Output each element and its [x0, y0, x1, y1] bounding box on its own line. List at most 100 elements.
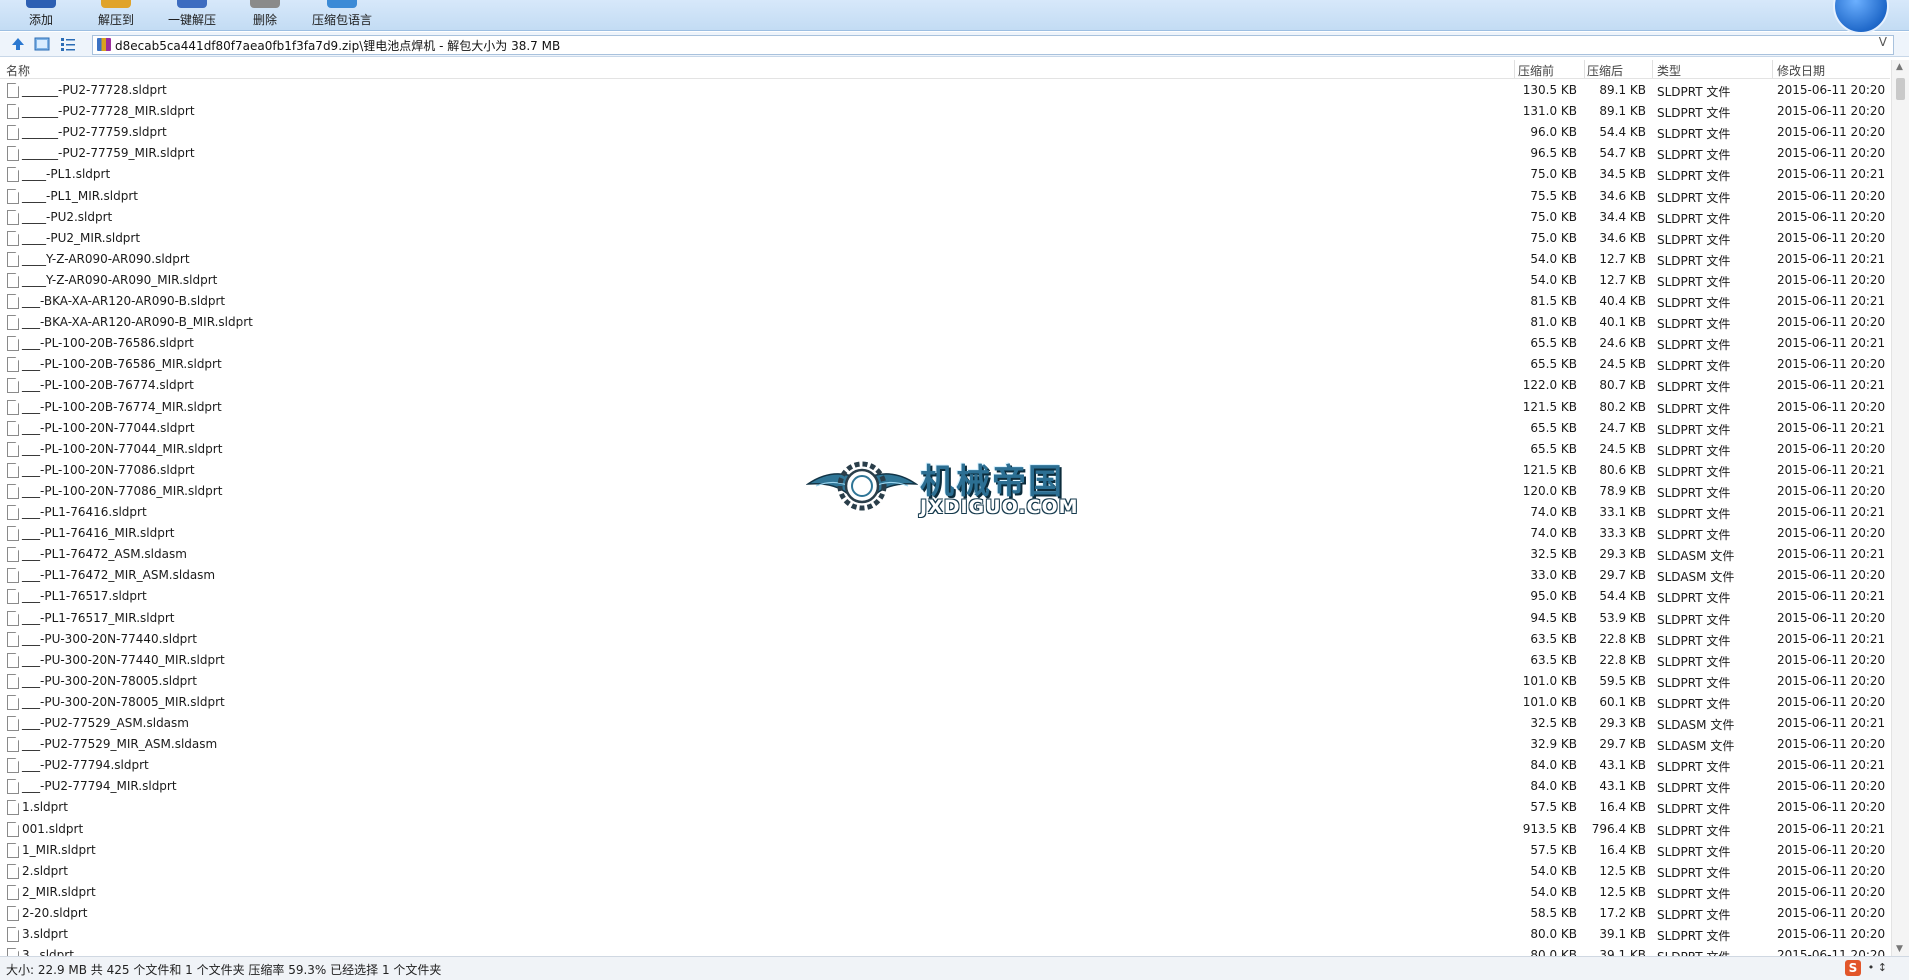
- file-packed-size: 121.5 KB: [1522, 463, 1577, 477]
- vertical-scrollbar[interactable]: ▲ ▼: [1891, 60, 1909, 956]
- file-row[interactable]: ___-PL-100-20B-76774.sldprt 122.0 KB 80.7 …: [0, 375, 1890, 396]
- file-row[interactable]: ___-PU2-77529_MIR_ASM.sldasm 32.9 KB 29.7 …: [0, 734, 1890, 755]
- file-row[interactable]: ____Y-Z-AR090-AR090.sldprt 54.0 KB 12.7 KB…: [0, 249, 1890, 270]
- file-icon: [7, 611, 19, 626]
- column-unpacked[interactable]: 压缩后: [1587, 62, 1623, 79]
- file-row[interactable]: 2_MIR.sldprt 54.0 KB 12.5 KB SLDPRT 文件 2015-…: [0, 882, 1890, 903]
- add-button[interactable]: 添加: [20, 0, 62, 30]
- file-name: ___-PL-100-20B-76586.sldprt: [22, 336, 194, 350]
- file-unpacked-size: 12.7 KB: [1599, 252, 1646, 266]
- column-divider[interactable]: [1772, 60, 1773, 78]
- file-row[interactable]: ___-PU-300-20N-78005_MIR.sldprt 101.0 KB 6…: [0, 692, 1890, 713]
- file-icon: [7, 948, 19, 956]
- file-packed-size: 65.5 KB: [1530, 357, 1577, 371]
- file-type: SLDPRT 文件: [1657, 824, 1731, 838]
- file-packed-size: 81.5 KB: [1530, 294, 1577, 308]
- file-icon: [7, 505, 19, 520]
- brand-shield-icon[interactable]: [1833, 0, 1889, 34]
- file-row[interactable]: 1.sldprt 57.5 KB 16.4 KB SLDPRT 文件 2015-06-1…: [0, 797, 1890, 818]
- file-name: ___-PL-100-20N-77044_MIR.sldprt: [22, 442, 223, 456]
- file-row[interactable]: ___-PU-300-20N-78005.sldprt 101.0 KB 59.5 …: [0, 671, 1890, 692]
- file-modified: 2015-06-11 20:20: [1777, 843, 1886, 857]
- file-modified: 2015-06-11 20:21: [1777, 716, 1886, 730]
- file-row[interactable]: ____-PU2.sldprt 75.0 KB 34.4 KB SLDPRT 文件 20…: [0, 207, 1890, 228]
- file-row[interactable]: ___-PL-100-20B-76586.sldprt 65.5 KB 24.6 K…: [0, 333, 1890, 354]
- file-row[interactable]: ___-PL1-76472_MIR_ASM.sldasm 33.0 KB 29.7 …: [0, 565, 1890, 586]
- file-row[interactable]: ____-PL1_MIR.sldprt 75.5 KB 34.6 KB SLDPRT …: [0, 186, 1890, 207]
- file-icon: [7, 167, 19, 182]
- up-folder-icon[interactable]: [10, 36, 26, 52]
- file-modified: 2015-06-11 20:20: [1777, 885, 1886, 899]
- path-field[interactable]: d8ecab5ca441df80f7aea0fb1f3fa7d9.zip\锂电池…: [92, 35, 1894, 55]
- file-name: 2_MIR.sldprt: [22, 885, 96, 899]
- file-row[interactable]: 1_MIR.sldprt 57.5 KB 16.4 KB SLDPRT 文件 2015-…: [0, 840, 1890, 861]
- file-row[interactable]: ___-PL-100-20B-76774_MIR.sldprt 121.5 KB 8…: [0, 397, 1890, 418]
- file-name: ____Y-Z-AR090-AR090.sldprt: [22, 252, 190, 266]
- column-divider[interactable]: [1652, 60, 1653, 78]
- one-click-extract-button[interactable]: 一键解压: [164, 0, 220, 30]
- file-type: SLDPRT 文件: [1657, 760, 1731, 774]
- file-type: SLDPRT 文件: [1657, 233, 1731, 247]
- file-row[interactable]: ___-PL1-76517.sldprt 95.0 KB 54.4 KB SLDPRT…: [0, 586, 1890, 607]
- file-name: ___-PL-100-20B-76586_MIR.sldprt: [22, 357, 222, 371]
- column-modified[interactable]: 修改日期: [1777, 62, 1825, 79]
- file-row[interactable]: ___-PU2-77794.sldprt 84.0 KB 43.1 KB SLDPRT…: [0, 755, 1890, 776]
- file-unpacked-size: 22.8 KB: [1599, 632, 1646, 646]
- file-name: ___-PL1-76517.sldprt: [22, 589, 147, 603]
- column-packed[interactable]: 压缩前: [1518, 62, 1554, 79]
- thumbnail-view-icon[interactable]: [34, 36, 50, 52]
- file-row[interactable]: ___-PU-300-20N-77440.sldprt 63.5 KB 22.8 K…: [0, 629, 1890, 650]
- file-row[interactable]: ____-PL1.sldprt 75.0 KB 34.5 KB SLDPRT 文件 20…: [0, 164, 1890, 185]
- file-unpacked-size: 54.4 KB: [1599, 125, 1646, 139]
- file-row[interactable]: ___-PU-300-20N-77440_MIR.sldprt 63.5 KB 22…: [0, 650, 1890, 671]
- extract-to-button[interactable]: 解压到: [94, 0, 138, 30]
- scroll-down-icon[interactable]: ▼: [1896, 944, 1903, 954]
- file-row[interactable]: ___-PU2-77529_ASM.sldasm 32.5 KB 29.3 KB SL…: [0, 713, 1890, 734]
- file-row[interactable]: ______-PU2-77759_MIR.sldprt 96.5 KB 54.7 K…: [0, 143, 1890, 164]
- file-row[interactable]: ___-PL-100-20N-77044.sldprt 65.5 KB 24.7 K…: [0, 418, 1890, 439]
- file-modified: 2015-06-11 20:21: [1777, 547, 1886, 561]
- file-packed-size: 101.0 KB: [1522, 674, 1577, 688]
- tray-menu-icon[interactable]: • ↕: [1868, 961, 1887, 974]
- file-row[interactable]: ____Y-Z-AR090-AR090_MIR.sldprt 54.0 KB 12.…: [0, 270, 1890, 291]
- file-row[interactable]: ___-PL1-76472_ASM.sldasm 32.5 KB 29.3 KB SL…: [0, 544, 1890, 565]
- scroll-thumb[interactable]: [1896, 78, 1905, 100]
- path-dropdown-icon[interactable]: V: [1879, 35, 1887, 49]
- file-row[interactable]: ___-PL1-76416_MIR.sldprt 74.0 KB 33.3 KB SL…: [0, 523, 1890, 544]
- file-row[interactable]: ______-PU2-77759.sldprt 96.0 KB 54.4 KB SLD…: [0, 122, 1890, 143]
- file-row[interactable]: ___-PL-100-20B-76586_MIR.sldprt 65.5 KB 24…: [0, 354, 1890, 375]
- file-packed-size: 96.5 KB: [1530, 146, 1577, 160]
- column-name[interactable]: 名称: [6, 62, 30, 79]
- file-row[interactable]: ___-BKA-XA-AR120-AR090-B_MIR.sldprt 81.0 …: [0, 312, 1890, 333]
- file-row[interactable]: 2-20.sldprt 58.5 KB 17.2 KB SLDPRT 文件 2015-0…: [0, 903, 1890, 924]
- file-icon: [7, 146, 19, 161]
- column-divider[interactable]: [1514, 60, 1515, 78]
- file-unpacked-size: 80.7 KB: [1599, 378, 1646, 392]
- file-row[interactable]: ___-BKA-XA-AR120-AR090-B.sldprt 81.5 KB 40…: [0, 291, 1890, 312]
- status-bar: 大小: 22.9 MB 共 425 个文件和 1 个文件夹 压缩率 59.3% …: [0, 956, 1909, 980]
- list-view-icon[interactable]: [60, 36, 76, 52]
- file-row[interactable]: 2.sldprt 54.0 KB 12.5 KB SLDPRT 文件 2015-06-1…: [0, 861, 1890, 882]
- file-icon: [7, 632, 19, 647]
- file-row[interactable]: ______-PU2-77728.sldprt 130.5 KB 89.1 KB SL…: [0, 80, 1890, 101]
- file-row[interactable]: ___-PU2-77794_MIR.sldprt 84.0 KB 43.1 KB SL…: [0, 776, 1890, 797]
- archive-language-button[interactable]: 压缩包语言: [310, 0, 374, 30]
- file-type: SLDPRT 文件: [1657, 423, 1731, 437]
- file-row[interactable]: 001.sldprt 913.5 KB 796.4 KB SLDPRT 文件 2015-…: [0, 819, 1890, 840]
- file-packed-size: 54.0 KB: [1530, 885, 1577, 899]
- file-row[interactable]: ____-PU2_MIR.sldprt 75.0 KB 34.6 KB SLDPRT …: [0, 228, 1890, 249]
- file-row[interactable]: ______-PU2-77728_MIR.sldprt 131.0 KB 89.1 …: [0, 101, 1890, 122]
- file-packed-size: 80.0 KB: [1530, 948, 1577, 956]
- file-row[interactable]: 3.sldprt 80.0 KB 39.1 KB SLDPRT 文件 2015-06-1…: [0, 924, 1890, 945]
- column-divider[interactable]: [1584, 60, 1585, 78]
- column-type[interactable]: 类型: [1657, 62, 1681, 79]
- file-icon: [7, 674, 19, 689]
- tray-app-icon[interactable]: S: [1845, 960, 1861, 976]
- delete-button[interactable]: 删除: [248, 0, 282, 30]
- file-name: 3_.sldprt: [22, 948, 74, 956]
- file-row[interactable]: ___-PL1-76517_MIR.sldprt 94.5 KB 53.9 KB SL…: [0, 608, 1890, 629]
- scroll-up-icon[interactable]: ▲: [1896, 62, 1903, 72]
- file-row[interactable]: 3_.sldprt 80.0 KB 39.1 KB SLDPRT 文件 2015-06-…: [0, 945, 1890, 956]
- file-type: SLDPRT 文件: [1657, 613, 1731, 627]
- file-type: SLDPRT 文件: [1657, 212, 1731, 226]
